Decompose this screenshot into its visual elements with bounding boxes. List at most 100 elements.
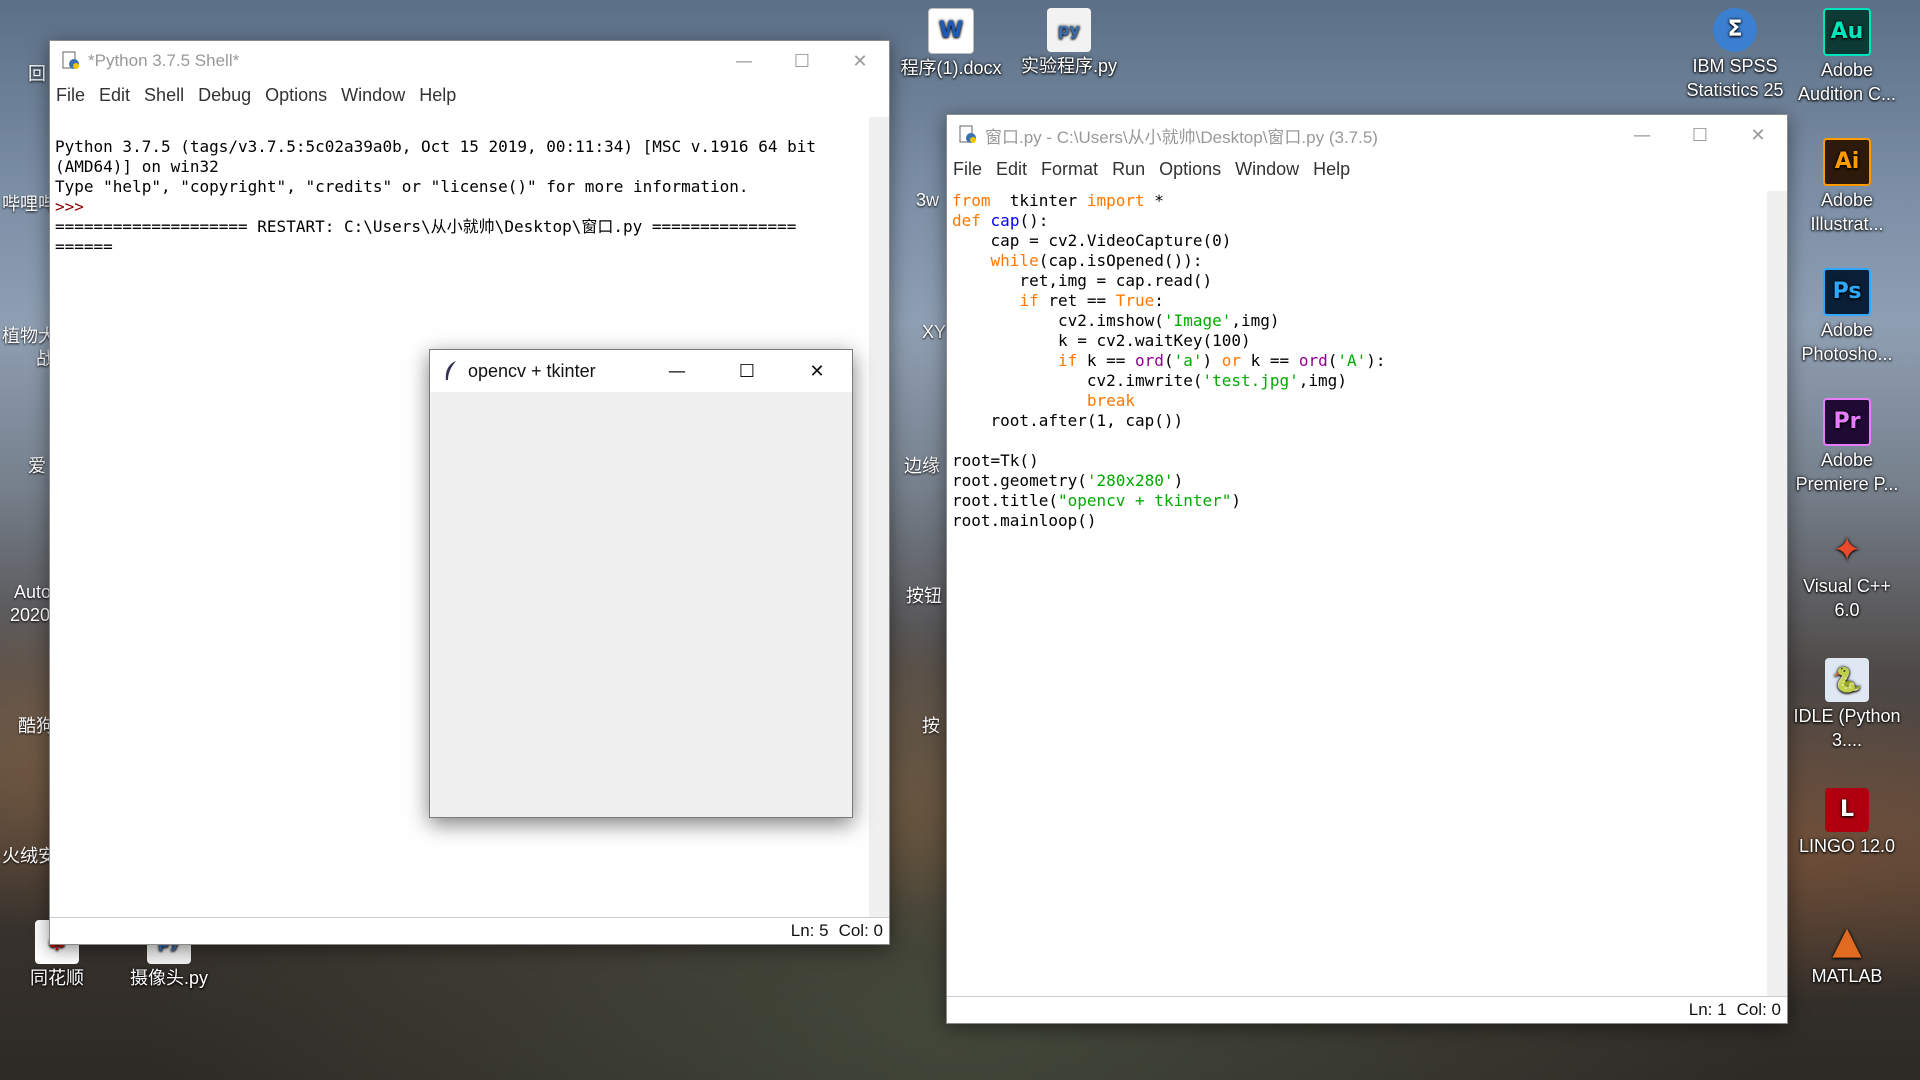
premiere-icon: Pr [1823, 398, 1871, 446]
menu-debug[interactable]: Debug [198, 85, 251, 106]
desktop-icon-fragment[interactable]: 按 [922, 712, 940, 738]
desktop-icon-illustrator[interactable]: Ai Adobe Illustrat... [1792, 138, 1902, 236]
shell-line: Python 3.7.5 (tags/v3.7.5:5c02a39a0b, Oc… [55, 137, 816, 156]
menu-options[interactable]: Options [265, 85, 327, 106]
menu-help[interactable]: Help [419, 85, 456, 106]
desktop-icon-fragment[interactable]: 火绒安 [2, 842, 56, 868]
minimize-button[interactable]: — [1613, 115, 1671, 155]
maximize-button[interactable]: ☐ [773, 41, 831, 81]
minimize-button[interactable]: — [642, 350, 712, 392]
desktop-icon-visual-cpp[interactable]: ✦ Visual C++ 6.0 [1792, 528, 1902, 622]
menu-run[interactable]: Run [1112, 159, 1145, 180]
close-button[interactable]: ✕ [831, 41, 889, 81]
minimize-button[interactable]: — [715, 41, 773, 81]
shell-title: *Python 3.7.5 Shell* [88, 51, 240, 70]
menu-help[interactable]: Help [1313, 159, 1350, 180]
desktop-icon-label: 程序(1).docx [900, 58, 1002, 78]
editor-titlebar[interactable]: 窗口.py - C:\Users\从小就帅\Desktop\窗口.py (3.7… [947, 115, 1787, 155]
desktop-icon-fragment[interactable]: 爱 [28, 452, 46, 478]
code-line: root.title("opencv + tkinter") [952, 491, 1241, 510]
spss-icon: Σ [1713, 8, 1757, 52]
editor-menubar: File Edit Format Run Options Window Help [947, 155, 1787, 183]
desktop-icon-fragment[interactable]: 回 [28, 60, 46, 86]
code-line: cv2.imshow('Image',img) [952, 311, 1280, 330]
idle-icon: 🐍 [1825, 658, 1869, 702]
code-line: def cap(): [952, 211, 1049, 230]
desktop-icon-label: Adobe Audition C... [1797, 60, 1897, 104]
desktop-icon-label: Adobe Premiere P... [1795, 450, 1899, 494]
tk-title: opencv + tkinter [468, 360, 596, 381]
close-button[interactable]: ✕ [1729, 115, 1787, 155]
code-line: root=Tk() [952, 451, 1039, 470]
python-file-icon: py [1047, 8, 1091, 52]
desktop-icon-word-doc[interactable]: W 程序(1).docx [896, 8, 1006, 80]
desktop-icon-label: Adobe Photosho... [1801, 320, 1893, 364]
desktop-icon-label: MATLAB [1811, 966, 1883, 986]
desktop-icon-python-script[interactable]: py 实验程序.py [1014, 8, 1124, 78]
code-line: root.mainloop() [952, 511, 1097, 530]
shell-line: (AMD64)] on win32 [55, 157, 219, 176]
code-line: if ret == True: [1019, 291, 1164, 310]
menu-options[interactable]: Options [1159, 159, 1221, 180]
menu-edit[interactable]: Edit [99, 85, 130, 106]
audition-icon: Au [1823, 8, 1871, 56]
menu-window[interactable]: Window [1235, 159, 1299, 180]
desktop-icon-fragment[interactable]: 边缘 [904, 452, 940, 478]
matlab-icon: ▲ [1832, 918, 1862, 962]
desktop-icon-label: 同花顺 [30, 968, 84, 988]
tkinter-window[interactable]: opencv + tkinter — ☐ ✕ [429, 349, 853, 818]
desktop-icon-fragment[interactable]: 2020 [10, 605, 50, 626]
desktop-icon-label: Adobe Illustrat... [1810, 190, 1884, 234]
shell-scrollbar[interactable] [869, 117, 889, 918]
shell-line: Type "help", "copyright", "credits" or "… [55, 177, 749, 196]
editor-scrollbar[interactable] [1767, 191, 1787, 997]
shell-line: ====== [55, 237, 113, 256]
shell-titlebar[interactable]: *Python 3.7.5 Shell* — ☐ ✕ [50, 41, 889, 81]
code-line: if k == ord('a') or k == ord('A'): [1057, 351, 1386, 370]
desktop-icon-label: 摄像头.py [129, 968, 208, 988]
code-line: ret,img = cap.read() [952, 271, 1213, 290]
visual-cpp-icon: ✦ [1832, 530, 1862, 570]
desktop-icon-label: Visual C++ 6.0 [1803, 576, 1891, 620]
desktop-icon-spss[interactable]: Σ IBM SPSS Statistics 25 [1680, 8, 1790, 102]
close-button[interactable]: ✕ [782, 350, 852, 392]
desktop-icon-lingo[interactable]: L LINGO 12.0 [1792, 788, 1902, 858]
menu-format[interactable]: Format [1041, 159, 1098, 180]
menu-shell[interactable]: Shell [144, 85, 184, 106]
desktop-icon-fragment[interactable]: Auto [14, 582, 51, 603]
menu-file[interactable]: File [953, 159, 982, 180]
code-editor-area[interactable]: from tkinter import * def cap(): cap = cv… [952, 191, 1760, 991]
tk-feather-icon [440, 360, 462, 382]
desktop-icon-fragment[interactable]: 哔哩哔 [2, 190, 56, 216]
status-line: Ln: 1 [1688, 1000, 1727, 1019]
lingo-icon: L [1825, 788, 1869, 832]
desktop-icon-fragment[interactable]: XY [922, 322, 946, 343]
illustrator-icon: Ai [1823, 138, 1871, 186]
code-line: cap = cv2.VideoCapture(0) [952, 231, 1232, 250]
desktop-icon-photoshop[interactable]: Ps Adobe Photosho... [1792, 268, 1902, 366]
menu-window[interactable]: Window [341, 85, 405, 106]
code-line: k = cv2.waitKey(100) [952, 331, 1251, 350]
status-column: Col: 0 [838, 921, 883, 940]
code-line: from tkinter import * [952, 191, 1164, 210]
desktop-icon-premiere[interactable]: Pr Adobe Premiere P... [1792, 398, 1902, 496]
menu-file[interactable]: File [56, 85, 85, 106]
desktop-icon-audition[interactable]: Au Adobe Audition C... [1792, 8, 1902, 106]
menu-edit[interactable]: Edit [996, 159, 1027, 180]
desktop-icon-idle[interactable]: 🐍 IDLE (Python 3.... [1792, 658, 1902, 752]
word-doc-icon: W [928, 8, 974, 54]
desktop-icon-fragment[interactable]: 按钮 [906, 582, 942, 608]
maximize-button[interactable]: ☐ [1671, 115, 1729, 155]
desktop-icon-matlab[interactable]: ▲ MATLAB [1792, 918, 1902, 988]
shell-prompt: >>> [55, 197, 94, 216]
editor-statusbar: Ln: 1 Col: 0 [947, 996, 1787, 1023]
editor-window[interactable]: 窗口.py - C:\Users\从小就帅\Desktop\窗口.py (3.7… [946, 114, 1788, 1024]
idle-icon [957, 124, 979, 146]
shell-statusbar: Ln: 5 Col: 0 [50, 917, 889, 944]
maximize-button[interactable]: ☐ [712, 350, 782, 392]
desktop-icon-fragment[interactable]: 3w [916, 190, 939, 211]
desktop-icon-label: LINGO 12.0 [1798, 836, 1896, 856]
tk-titlebar[interactable]: opencv + tkinter — ☐ ✕ [430, 350, 852, 392]
desktop-icon-label: IBM SPSS Statistics 25 [1686, 56, 1784, 100]
